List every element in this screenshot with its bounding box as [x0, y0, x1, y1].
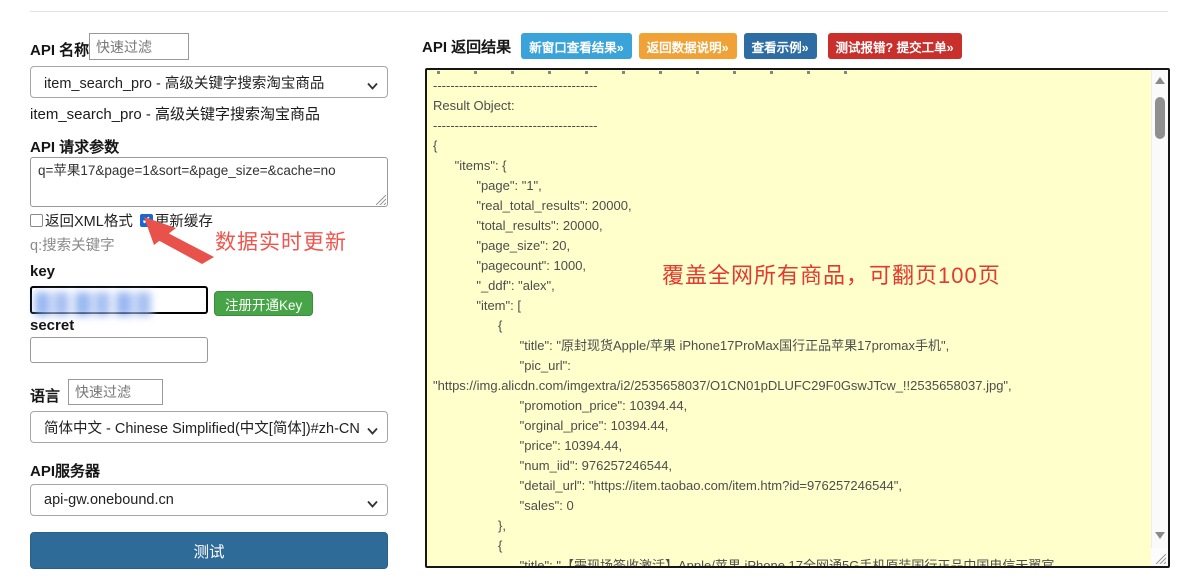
- resize-grip-icon: [1156, 554, 1166, 564]
- result-header: API 返回结果 新窗口查看结果» 返回数据说明» 查看示例» 测试报错? 提交…: [422, 33, 962, 59]
- coverage-annotation: 覆盖全网所有商品，可翻页100页: [662, 258, 1001, 290]
- json-output: --------------------------------------Re…: [427, 70, 1151, 566]
- json-line: "title": "【需现场签收激活】Apple/苹果 iPhone 17全网通…: [433, 556, 1149, 566]
- realtime-annotation: 数据实时更新: [215, 226, 347, 256]
- chevron-down-icon: [367, 496, 378, 512]
- test-button[interactable]: 测试: [30, 532, 388, 569]
- api-select-value: item_search_pro - 高级关键字搜索淘宝商品: [44, 72, 324, 93]
- api-name-label: API 名称: [30, 42, 89, 59]
- api-test-console: API 名称 item_search_pro - 高级关键字搜索淘宝商品 ite…: [0, 0, 1196, 587]
- params-label: API 请求参数: [30, 136, 119, 157]
- params-textarea[interactable]: q=苹果17&page=1&sort=&page_size=&cache=no: [30, 157, 388, 207]
- view-example-button[interactable]: 查看示例»: [744, 33, 817, 59]
- red-arrow-annotation-icon: [142, 217, 218, 265]
- scroll-up-icon[interactable]: [1155, 77, 1165, 84]
- language-filter-input[interactable]: [68, 379, 163, 405]
- result-textarea[interactable]: --------------------------------------Re…: [425, 68, 1170, 568]
- json-line: {: [433, 536, 1149, 556]
- json-line: "detail_url": "https://item.taobao.com/i…: [433, 476, 1149, 496]
- scroll-down-icon[interactable]: [1155, 532, 1165, 539]
- key-input[interactable]: [30, 286, 208, 314]
- json-line: "title": "原封现货Apple/苹果 iPhone17ProMax国行正…: [433, 336, 1149, 356]
- resize-grip-icon[interactable]: [376, 195, 386, 205]
- json-line: "total_results": 20000,: [433, 216, 1149, 236]
- xml-checkbox[interactable]: [30, 214, 43, 227]
- result-scrollbar[interactable]: [1151, 70, 1168, 566]
- key-label: key: [30, 263, 55, 280]
- top-divider: [30, 11, 1168, 12]
- json-line: {: [433, 136, 1149, 156]
- params-value: q=苹果17&page=1&sort=&page_size=&cache=no: [38, 163, 336, 178]
- json-line: Result Object:: [433, 96, 1149, 116]
- api-select-caption: item_search_pro - 高级关键字搜索淘宝商品: [30, 103, 320, 124]
- key-censor-blur: [35, 292, 153, 316]
- secret-input[interactable]: [30, 337, 208, 363]
- language-label: 语言: [30, 385, 60, 406]
- json-line: "num_iid": 976257246544,: [433, 456, 1149, 476]
- json-line: --------------------------------------: [433, 76, 1149, 96]
- api-select[interactable]: item_search_pro - 高级关键字搜索淘宝商品: [30, 66, 388, 98]
- data-doc-button[interactable]: 返回数据说明»: [639, 33, 737, 59]
- result-panel: API 返回结果 新窗口查看结果» 返回数据说明» 查看示例» 测试报错? 提交…: [422, 33, 1172, 578]
- server-select[interactable]: api-gw.onebound.cn: [30, 484, 388, 516]
- chevron-down-icon: [367, 78, 378, 94]
- scrollbar-thumb[interactable]: [1155, 97, 1165, 139]
- result-title: API 返回结果: [422, 36, 511, 57]
- json-line: },: [433, 516, 1149, 536]
- json-line: "page": "1",: [433, 176, 1149, 196]
- language-select-value: 简体中文 - Chinese Simplified(中文[简体])#zh-CN: [44, 417, 360, 438]
- request-panel: API 名称 item_search_pro - 高级关键字搜索淘宝商品 ite…: [30, 33, 388, 583]
- chevron-down-icon: [367, 423, 378, 439]
- json-line: "orginal_price": 10394.44,: [433, 416, 1149, 436]
- json-line: "real_total_results": 20000,: [433, 196, 1149, 216]
- server-label: API服务器: [30, 460, 100, 481]
- json-line: "pic_url":: [433, 356, 1149, 376]
- json-line: "items": {: [433, 156, 1149, 176]
- server-select-value: api-gw.onebound.cn: [44, 492, 174, 508]
- result-resize-corner[interactable]: [1151, 548, 1168, 566]
- json-line: "sales": 0: [433, 496, 1149, 516]
- json-line: "item": [: [433, 296, 1149, 316]
- api-name-row: API 名称: [30, 39, 89, 60]
- api-name-filter-input[interactable]: [89, 33, 189, 60]
- json-line: "https://img.alicdn.com/imgextra/i2/2535…: [433, 376, 1149, 396]
- secret-label: secret: [30, 317, 74, 334]
- json-line: "price": 10394.44,: [433, 436, 1149, 456]
- json-line: "page_size": 20,: [433, 236, 1149, 256]
- language-select[interactable]: 简体中文 - Chinese Simplified(中文[简体])#zh-CN: [30, 411, 388, 443]
- json-line: {: [433, 316, 1149, 336]
- report-error-button[interactable]: 测试报错? 提交工单»: [828, 33, 962, 59]
- register-key-button[interactable]: 注册开通Key: [214, 291, 313, 316]
- open-new-window-button[interactable]: 新窗口查看结果»: [521, 33, 631, 59]
- xml-checkbox-label: 返回XML格式: [45, 210, 133, 231]
- json-line: "promotion_price": 10394.44,: [433, 396, 1149, 416]
- param-hint: q:搜索关键字: [30, 234, 115, 255]
- json-line: --------------------------------------: [433, 116, 1149, 136]
